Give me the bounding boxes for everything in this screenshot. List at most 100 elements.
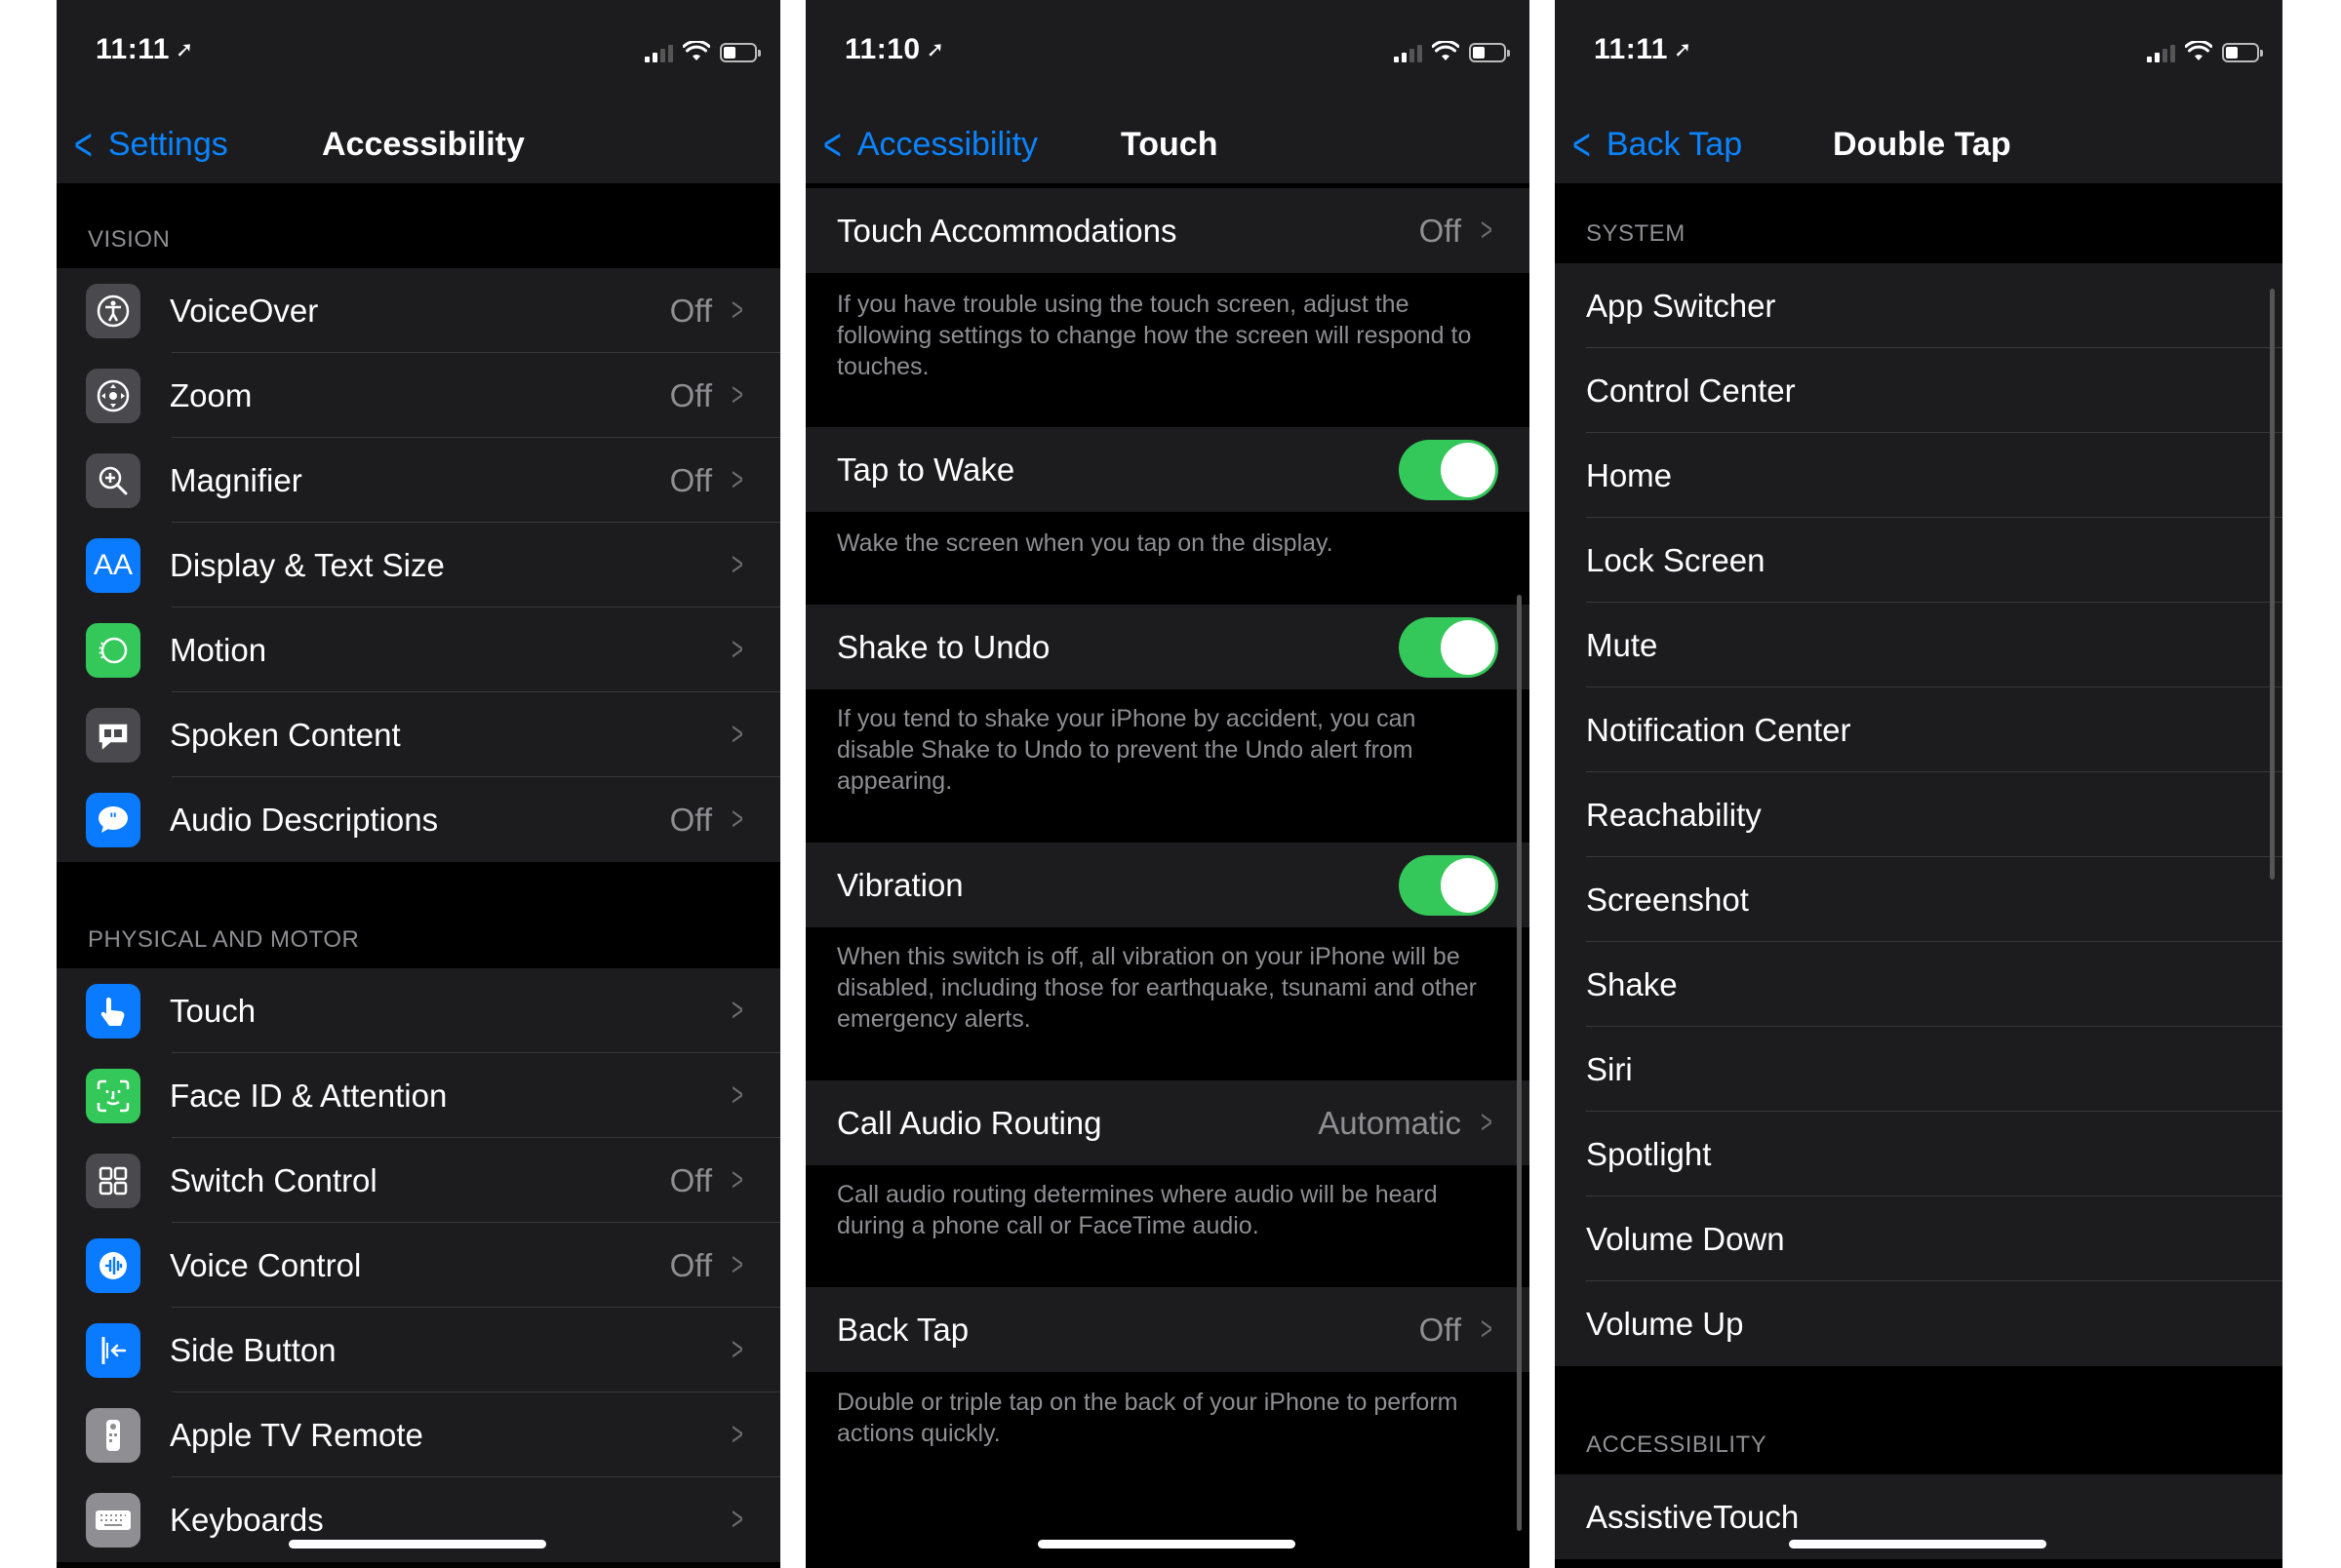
home-indicator[interactable] (1789, 1540, 2046, 1548)
keyboard-icon (86, 1492, 140, 1548)
tap-to-wake-toggle[interactable] (1399, 439, 1498, 500)
status-time: 11:11 (1594, 33, 1668, 65)
row-vibration: Vibration (806, 843, 1529, 927)
row-tap-to-wake: Tap to Wake (806, 427, 1529, 512)
chevron-right-icon: > (1481, 212, 1493, 249)
chevron-right-icon: > (732, 1501, 744, 1538)
row-spoken-content[interactable]: Spoken Content > (57, 692, 780, 777)
row-side-button[interactable]: Side Button > (57, 1308, 780, 1392)
option-volume-up[interactable]: Volume Up (1555, 1281, 2282, 1366)
chevron-right-icon: > (732, 992, 744, 1029)
row-switch-control[interactable]: Switch Control Off > (57, 1138, 780, 1223)
chevron-right-icon: > (732, 376, 744, 413)
option-mute[interactable]: Mute (1555, 603, 2282, 687)
chevron-right-icon: > (732, 292, 744, 329)
location-arrow-icon: ➚ (926, 37, 945, 61)
row-call-audio-routing[interactable]: Call Audio Routing Automatic > (806, 1080, 1529, 1165)
navigation-bar: < Accessibility Touch (806, 107, 1529, 183)
status-bar: 11:11 ➚ (1555, 0, 2282, 107)
status-bar: 11:11 ➚ (57, 0, 780, 107)
option-screenshot[interactable]: Screenshot (1555, 857, 2282, 942)
motion-icon (86, 622, 140, 678)
row-voice-control[interactable]: Voice Control Off > (57, 1223, 780, 1308)
switch-control-icon (86, 1153, 140, 1208)
option-lock-screen[interactable]: Lock Screen (1555, 518, 2282, 603)
row-keyboards[interactable]: Keyboards > (57, 1477, 780, 1562)
battery-icon (720, 43, 761, 62)
row-magnifier[interactable]: Magnifier Off > (57, 438, 780, 523)
row-audio-descriptions[interactable]: " Audio Descriptions Off > (57, 777, 780, 862)
cellular-signal-icon (645, 43, 673, 62)
row-display-text-size[interactable]: AA Display & Text Size > (57, 523, 780, 608)
audio-descriptions-icon: " (86, 792, 140, 847)
back-button-settings[interactable]: < Settings (70, 115, 228, 174)
row-face-id[interactable]: Face ID & Attention > (57, 1053, 780, 1138)
status-time: 11:11 (96, 33, 170, 65)
option-volume-down[interactable]: Volume Down (1555, 1196, 2282, 1281)
wifi-icon (683, 41, 710, 60)
accessibility-screen: 11:11 ➚ < Settings Accessibility VISION Vo… (57, 0, 780, 1568)
option-shake[interactable]: Shake (1555, 942, 2282, 1027)
row-shake-to-undo: Shake to Undo (806, 605, 1529, 689)
battery-icon (2222, 43, 2263, 62)
vibration-toggle[interactable] (1399, 854, 1498, 916)
option-reachability[interactable]: Reachability (1555, 772, 2282, 857)
row-motion[interactable]: Motion > (57, 608, 780, 692)
status-time: 11:10 (845, 33, 921, 65)
option-app-switcher[interactable]: App Switcher (1555, 263, 2282, 348)
chevron-right-icon: > (732, 1246, 744, 1283)
home-indicator[interactable] (1038, 1540, 1295, 1548)
row-zoom[interactable]: Zoom Off > (57, 353, 780, 438)
vibration-footer: When this switch is off, all vibration o… (837, 943, 1477, 1033)
option-siri[interactable]: Siri (1555, 1027, 2282, 1112)
wifi-icon (2185, 41, 2212, 60)
tv-remote-icon (86, 1407, 140, 1463)
text-size-icon: AA (86, 537, 140, 593)
battery-icon (1469, 43, 1510, 62)
spoken-content-icon (86, 707, 140, 763)
side-button-icon (86, 1322, 140, 1378)
touch-accommodations-footer: If you have trouble using the touch scre… (837, 291, 1472, 380)
scroll-indicator[interactable] (1517, 595, 1522, 1531)
row-back-tap[interactable]: Back Tap Off > (806, 1287, 1529, 1372)
section-header-vision: VISION (88, 226, 171, 253)
voice-control-icon (86, 1237, 140, 1293)
chevron-left-icon: < (823, 119, 842, 170)
section-header-system: SYSTEM (1586, 220, 1686, 247)
tap-to-wake-footer: Wake the screen when you tap on the disp… (837, 529, 1333, 557)
back-button-back-tap[interactable]: < Back Tap (1568, 115, 1742, 174)
chevron-right-icon: > (1481, 1104, 1493, 1141)
cellular-signal-icon (1394, 43, 1422, 62)
option-control-center[interactable]: Control Center (1555, 348, 2282, 433)
call-audio-routing-footer: Call audio routing determines where audi… (837, 1181, 1438, 1239)
location-arrow-icon: ➚ (1673, 37, 1692, 61)
section-header-physical-motor: PHYSICAL AND MOTOR (88, 926, 360, 953)
face-id-icon (86, 1068, 140, 1123)
back-button-accessibility[interactable]: < Accessibility (819, 115, 1038, 174)
home-indicator[interactable] (289, 1540, 546, 1548)
back-tap-footer: Double or triple tap on the back of your… (837, 1389, 1458, 1447)
row-apple-tv-remote[interactable]: Apple TV Remote > (57, 1392, 780, 1477)
chevron-right-icon: > (732, 1077, 744, 1114)
shake-to-undo-toggle[interactable] (1399, 616, 1498, 678)
chevron-left-icon: < (74, 119, 93, 170)
status-bar: 11:10 ➚ (806, 0, 1529, 107)
double-tap-screen: 11:11 ➚ < Back Tap Double Tap SYSTEM App S… (1555, 0, 2282, 1568)
touch-hand-icon (86, 983, 140, 1039)
chevron-right-icon: > (732, 1161, 744, 1198)
row-touch[interactable]: Touch > (57, 968, 780, 1053)
chevron-right-icon: > (732, 1416, 744, 1453)
option-home[interactable]: Home (1555, 433, 2282, 518)
touch-screen: 11:10 ➚ < Accessibility Touch Touch Accomm… (806, 0, 1529, 1568)
chevron-right-icon: > (1481, 1311, 1493, 1348)
magnifier-icon (86, 452, 140, 508)
chevron-right-icon: > (732, 631, 744, 668)
chevron-right-icon: > (732, 801, 744, 838)
option-notification-center[interactable]: Notification Center (1555, 687, 2282, 772)
zoom-icon (86, 368, 140, 423)
option-spotlight[interactable]: Spotlight (1555, 1112, 2282, 1196)
row-voiceover[interactable]: VoiceOver Off > (57, 268, 780, 353)
row-touch-accommodations[interactable]: Touch Accommodations Off > (806, 188, 1529, 273)
chevron-right-icon: > (732, 461, 744, 498)
scroll-indicator[interactable] (2270, 289, 2275, 880)
